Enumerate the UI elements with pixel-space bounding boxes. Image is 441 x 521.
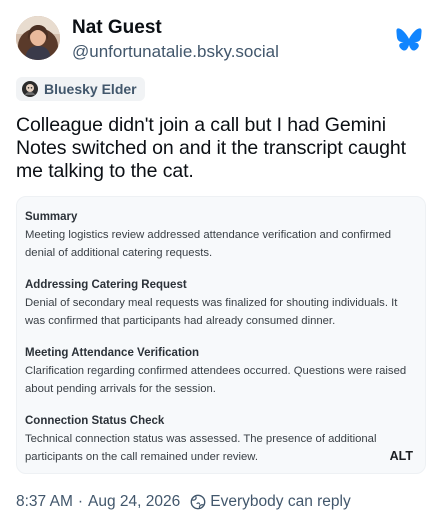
post-time: 8:37 AM: [16, 493, 73, 510]
post-footer: 8:37 AM · Aug 24, 2026 Everybody can rep…: [16, 492, 351, 512]
reply-setting[interactable]: Everybody can reply: [210, 493, 350, 511]
section-title: Addressing Catering Request: [25, 279, 187, 291]
image-attachment[interactable]: Summary Meeting logistics review address…: [16, 196, 426, 474]
section-body: Technical connection status was assessed…: [25, 433, 377, 463]
user-badge[interactable]: Bluesky Elder: [16, 77, 145, 101]
section-body: Clarification regarding confirmed attend…: [25, 365, 407, 395]
section-title: Connection Status Check: [25, 415, 165, 427]
transcript-section-catering: Addressing Catering Request Denial of se…: [25, 277, 415, 330]
transcript-section-attendance: Meeting Attendance Verification Clarific…: [25, 345, 415, 398]
avatar-photo: [16, 16, 60, 60]
transcript-section-connection: Connection Status Check Technical connec…: [25, 413, 415, 466]
author-handle[interactable]: @unfortunatalie.bsky.social: [72, 42, 279, 62]
bluesky-butterfly-icon[interactable]: [396, 28, 422, 51]
post-header: Nat Guest @unfortunatalie.bsky.social: [16, 14, 426, 62]
badge-label: Bluesky Elder: [44, 81, 137, 97]
post-text: Colleague didn't join a call but I had G…: [16, 114, 406, 182]
alt-text-button[interactable]: ALT: [390, 449, 413, 463]
section-title: Summary: [25, 211, 78, 223]
section-body: Meeting logistics review addressed atten…: [25, 229, 392, 259]
author-display-name[interactable]: Nat Guest: [72, 17, 162, 39]
section-title: Meeting Attendance Verification: [25, 347, 200, 359]
footer-separator: ·: [77, 493, 84, 510]
transcript-section-summary: Summary Meeting logistics review address…: [25, 209, 415, 262]
globe-icon: [190, 494, 206, 510]
section-body: Denial of secondary meal requests was fi…: [25, 297, 398, 327]
avatar[interactable]: [16, 16, 60, 60]
post-date: Aug 24, 2026: [88, 493, 181, 510]
badge-icon: [22, 81, 38, 97]
